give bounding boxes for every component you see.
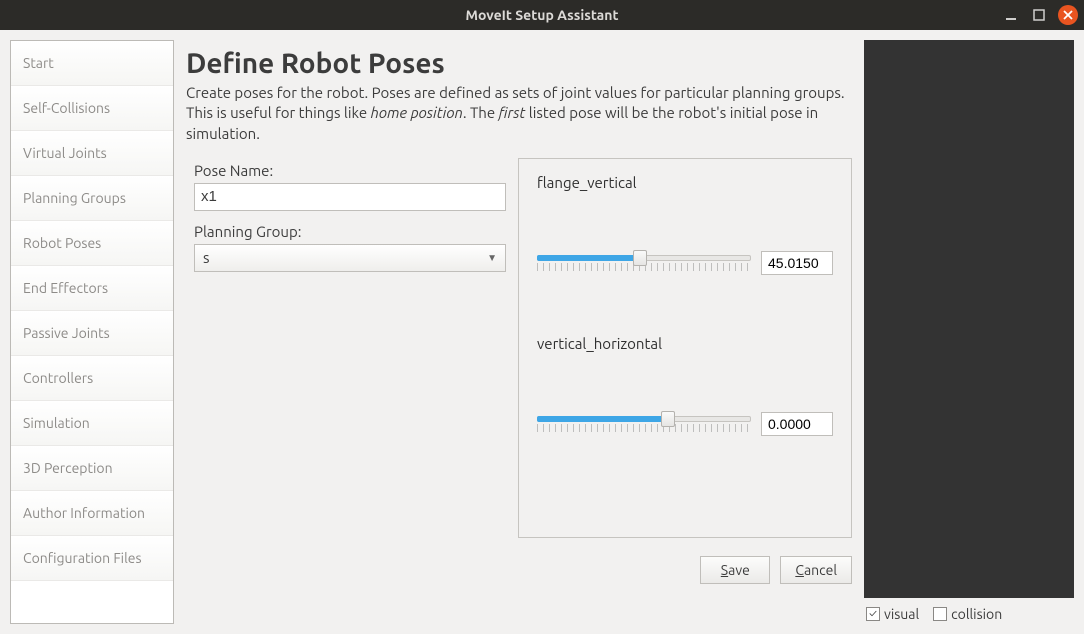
page-title: Define Robot Poses (186, 48, 852, 79)
collision-checkbox[interactable]: collision (933, 606, 1002, 622)
sidebar-item-configuration-files[interactable]: Configuration Files (11, 536, 173, 581)
collision-checkbox-label: collision (951, 606, 1002, 622)
sidebar-item-3d-perception[interactable]: 3D Perception (11, 446, 173, 491)
pose-form: Pose Name: Planning Group: s ▼ (186, 158, 506, 272)
titlebar: MoveIt Setup Assistant (0, 0, 1084, 30)
sidebar-item-author-information[interactable]: Author Information (11, 491, 173, 536)
joint-value-vertical-horizontal[interactable] (761, 412, 833, 436)
sidebar-item-label: Start (23, 55, 54, 71)
page-description: Create poses for the robot. Poses are de… (186, 83, 846, 144)
joint-slider-vertical-horizontal[interactable] (537, 412, 751, 436)
sidebar-item-label: Virtual Joints (23, 145, 107, 161)
close-button[interactable] (1058, 5, 1078, 25)
sidebar-item-label: Robot Poses (23, 235, 101, 251)
joint-sliders-panel: flange_vertical vertical_h (518, 158, 852, 538)
save-button-rest: ave (728, 562, 750, 578)
cancel-button[interactable]: Cancel (780, 556, 852, 584)
robot-3d-preview[interactable] (864, 40, 1074, 598)
sidebar-item-label: Configuration Files (23, 550, 142, 566)
sidebar-item-virtual-joints[interactable]: Virtual Joints (11, 131, 173, 176)
sidebar-item-passive-joints[interactable]: Passive Joints (11, 311, 173, 356)
slider-handle-icon[interactable] (633, 250, 647, 266)
checkbox-icon: ✓ (866, 607, 880, 621)
pose-name-label: Pose Name: (194, 162, 506, 179)
sidebar-item-planning-groups[interactable]: Planning Groups (11, 176, 173, 221)
joint-slider-flange-vertical[interactable] (537, 251, 751, 275)
chevron-down-icon: ▼ (487, 252, 497, 264)
joint-label: vertical_horizontal (537, 335, 833, 352)
pose-name-input[interactable] (194, 183, 506, 211)
sidebar-item-label: Planning Groups (23, 190, 126, 206)
maximize-button[interactable] (1030, 6, 1048, 24)
sidebar-item-robot-poses[interactable]: Robot Poses (11, 221, 173, 266)
planning-group-label: Planning Group: (194, 223, 506, 240)
visual-checkbox[interactable]: ✓ visual (866, 606, 919, 622)
planning-group-value: s (203, 249, 210, 266)
sidebar-item-controllers[interactable]: Controllers (11, 356, 173, 401)
save-button[interactable]: Save (700, 556, 770, 584)
sidebar-item-label: End Effectors (23, 280, 108, 296)
planning-group-select[interactable]: s ▼ (194, 244, 506, 272)
slider-handle-icon[interactable] (661, 411, 675, 427)
visual-checkbox-label: visual (884, 606, 919, 622)
joint-value-flange-vertical[interactable] (761, 251, 833, 275)
checkbox-icon (933, 607, 947, 621)
sidebar-item-label: Author Information (23, 505, 145, 521)
joint-label: flange_vertical (537, 174, 833, 191)
sidebar-item-self-collisions[interactable]: Self-Collisions (11, 86, 173, 131)
window-title: MoveIt Setup Assistant (466, 7, 619, 23)
sidebar-item-label: Passive Joints (23, 325, 110, 341)
sidebar-item-label: Simulation (23, 415, 90, 431)
main-panel: Define Robot Poses Create poses for the … (182, 40, 856, 624)
sidebar-item-label: Self-Collisions (23, 100, 110, 116)
sidebar-item-label: 3D Perception (23, 460, 113, 476)
minimize-button[interactable] (1002, 6, 1020, 24)
sidebar-item-end-effectors[interactable]: End Effectors (11, 266, 173, 311)
sidebar-item-simulation[interactable]: Simulation (11, 401, 173, 446)
sidebar: Start Self-Collisions Virtual Joints Pla… (10, 40, 174, 624)
sidebar-item-label: Controllers (23, 370, 93, 386)
cancel-button-rest: ancel (804, 562, 837, 578)
sidebar-item-start[interactable]: Start (11, 41, 173, 86)
